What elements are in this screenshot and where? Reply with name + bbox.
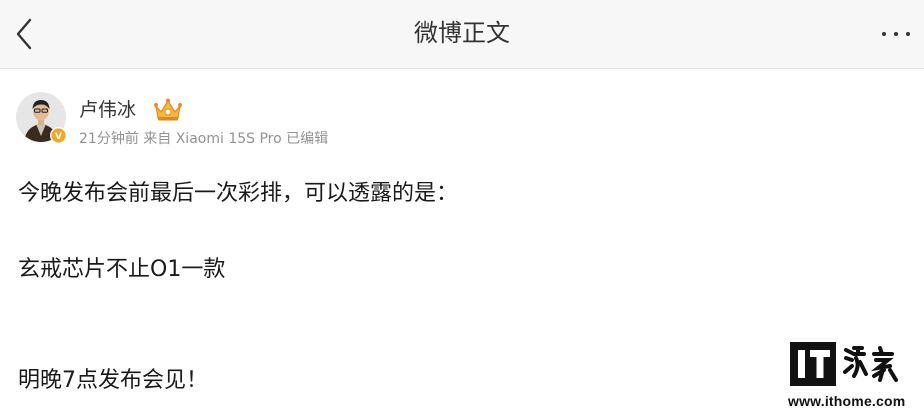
more-options-button[interactable] [880,22,912,46]
post-meta: 21分钟前 来自 Xiaomi 15S Pro 已编辑 [79,131,329,147]
svg-text:V: V [55,132,62,142]
watermark-url: www.ithome.com [788,393,906,409]
author-name[interactable]: 卢伟冰 [79,98,136,122]
post-card: V 卢伟冰 21分钟前 来自 Xiaomi 15S Pro 已编辑 今晚发布会前… [0,69,924,418]
post-text-line: 明晚7点发布会见！ [18,368,208,393]
post-text-line: 玄戒芯片不止O1一款 [18,257,226,282]
top-navigation-bar: 微博正文 [0,0,924,69]
verified-badge-icon: V [50,127,67,144]
page-title: 微博正文 [414,19,510,47]
ellipsis-icon [882,32,886,36]
post-text-line: 今晚发布会前最后一次彩排，可以透露的是： [18,181,459,206]
back-button[interactable] [10,14,44,54]
ithome-logo [790,342,898,386]
crown-icon [154,98,182,121]
chevron-left-icon [16,18,32,50]
